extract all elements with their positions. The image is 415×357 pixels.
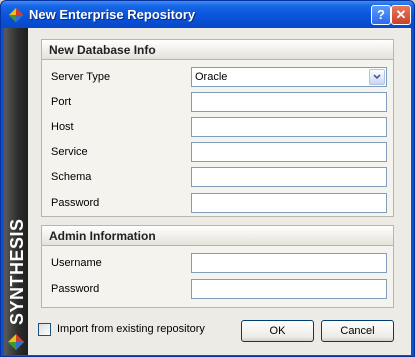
server-type-value: Oracle [195,71,228,83]
cancel-button[interactable]: Cancel [321,320,394,342]
admin-info-group: Admin Information Username Password [41,225,394,308]
port-row: Port [51,92,391,114]
svg-text:SYNTHESIS: SYNTHESIS [7,218,27,325]
schema-label: Schema [51,171,92,183]
database-info-group: New Database Info Server Type Oracle Por… [41,39,394,217]
schema-input[interactable] [191,167,387,187]
server-type-select[interactable]: Oracle [191,67,387,87]
username-label: Username [51,257,102,269]
schema-row: Schema [51,167,391,189]
username-row: Username [51,253,391,275]
service-label: Service [51,146,88,158]
title-bar[interactable]: New Enterprise Repository ? ✕ [1,1,414,28]
port-input[interactable] [191,92,387,112]
synthesis-logo-icon [9,8,23,22]
admin-password-row: Password [51,279,391,301]
import-checkbox-label[interactable]: Import from existing repository [57,323,205,335]
username-input[interactable] [191,253,387,273]
admin-password-input[interactable] [191,279,387,299]
import-checkbox[interactable] [38,323,51,336]
close-button[interactable]: ✕ [391,5,411,25]
db-password-row: Password [51,193,391,215]
server-type-label: Server Type [51,71,111,83]
database-info-header: New Database Info [42,40,393,60]
port-label: Port [51,96,72,108]
dialog-footer: Import from existing repository OK Cance… [38,320,408,342]
host-row: Host [51,117,391,139]
help-button[interactable]: ? [371,5,391,25]
admin-password-label: Password [51,283,100,295]
service-input[interactable] [191,142,387,162]
brand-sidebar: SYNTHESIS [4,28,28,355]
brand-vertical-text: SYNTHESIS [7,218,27,325]
db-password-input[interactable] [191,193,387,213]
host-input[interactable] [191,117,387,137]
chevron-down-icon [373,74,381,80]
service-row: Service [51,142,391,164]
ok-button[interactable]: OK [241,320,314,342]
dialog-body: SYNTHESIS New Database Info Server Type … [4,28,411,355]
window-title: New Enterprise Repository [29,7,196,22]
synthesis-brand-icon [8,334,24,350]
dialog-window: New Enterprise Repository ? ✕ SYNTHESIS … [0,0,415,357]
db-password-label: Password [51,197,100,209]
server-type-row: Server Type Oracle [51,67,391,89]
dropdown-button[interactable] [369,69,385,85]
admin-info-header: Admin Information [42,226,393,246]
host-label: Host [51,121,74,133]
